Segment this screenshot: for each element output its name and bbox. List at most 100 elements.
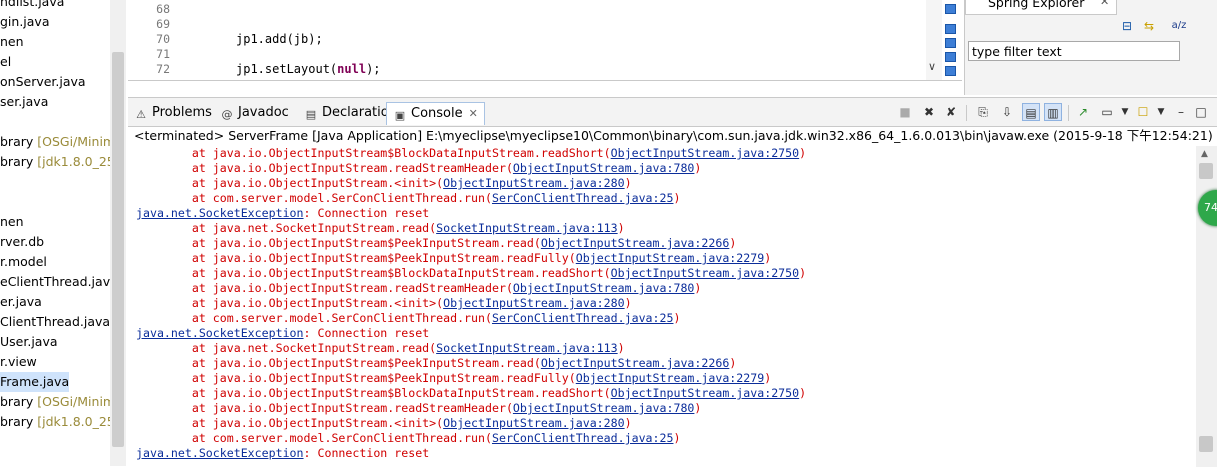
stack-frame-text: )	[799, 146, 807, 160]
tab-problems[interactable]: ⚠ Problems	[134, 102, 212, 124]
source-link[interactable]: SerConClientThread.java:25	[492, 191, 673, 205]
source-link[interactable]: ObjectInputStream.java:2750	[611, 146, 799, 160]
sort-icon[interactable]: a/z	[1171, 18, 1187, 34]
overview-ruler-mark[interactable]	[945, 24, 956, 34]
package-tree-item[interactable]: ClientThread.java	[0, 312, 110, 332]
stack-frame-text: at com.server.model.SerConClientThread.r…	[136, 191, 492, 205]
close-icon[interactable]: ✕	[469, 107, 478, 120]
source-link[interactable]: ObjectInputStream.java:2279	[576, 251, 764, 265]
source-link[interactable]: ObjectInputStream.java:2266	[541, 236, 729, 250]
tab-console[interactable]: ▣ Console ✕	[386, 102, 485, 125]
package-tree-item[interactable]: ndlist.java	[0, 0, 64, 12]
source-link[interactable]: SerConClientThread.java:25	[492, 431, 673, 445]
exception-link[interactable]: java.net.SocketException	[136, 206, 304, 220]
package-tree-item[interactable]: r.view	[0, 352, 37, 372]
package-tree-item[interactable]: nen	[0, 212, 24, 232]
source-link[interactable]: ObjectInputStream.java:2750	[611, 386, 799, 400]
code-text: jp1.setLayout(	[236, 62, 338, 76]
source-link[interactable]: ObjectInputStream.java:2266	[541, 356, 729, 370]
console-output[interactable]: at java.io.ObjectInputStream$BlockDataIn…	[128, 146, 1196, 467]
package-tree-item[interactable]: el	[0, 52, 11, 72]
chevron-down-icon[interactable]: ▼	[1152, 103, 1170, 121]
overview-ruler-mark[interactable]	[945, 4, 956, 14]
source-link[interactable]: SocketInputStream.java:113	[436, 221, 617, 235]
line-number: 69	[156, 17, 170, 31]
package-tree-item[interactable]: Frame.java	[0, 372, 70, 392]
package-tree-item[interactable]: ser.java	[0, 92, 48, 112]
package-tree-item-label: el	[0, 54, 12, 69]
console-scroll-thumb-bottom[interactable]	[1199, 436, 1213, 452]
source-link[interactable]: SocketInputStream.java:113	[436, 341, 617, 355]
spring-explorer-tab[interactable]: Spring Explorer ✕	[965, 0, 1117, 15]
chevron-down-icon[interactable]: ∨	[928, 60, 936, 73]
clear-console-icon[interactable]: ⎘	[974, 103, 992, 121]
source-link[interactable]: ObjectInputStream.java:2750	[611, 266, 799, 280]
package-tree-item[interactable]: er.java	[0, 292, 42, 312]
overview-ruler-mark[interactable]	[945, 66, 956, 76]
package-tree-item[interactable]: brary [OSGi/Minim	[0, 132, 115, 152]
package-tree-item[interactable]: r.model	[0, 252, 47, 272]
source-link[interactable]: ObjectInputStream.java:780	[513, 161, 694, 175]
stack-frame-text: at java.io.ObjectInputStream$BlockDataIn…	[136, 386, 611, 400]
code-line[interactable]: jp1.add(jb);	[236, 32, 323, 46]
package-tree-item[interactable]: brary [OSGi/Minim	[0, 392, 115, 412]
package-tree-item-label: rver.db	[0, 234, 45, 249]
console-scroll-thumb[interactable]	[1199, 163, 1213, 179]
link-with-editor-icon[interactable]: ⇆	[1141, 18, 1157, 34]
package-tree-item[interactable]: User.java	[0, 332, 58, 352]
source-link[interactable]: ObjectInputStream.java:780	[513, 281, 694, 295]
overview-ruler-mark[interactable]	[945, 38, 956, 48]
code-editor[interactable]: 68 69 70 jp1.add(jb); 71 72 jp1.setLayout(null…	[128, 0, 962, 81]
show-on-stdout-icon[interactable]: ▤	[1022, 103, 1040, 121]
stack-frame-text: )	[729, 356, 737, 370]
package-tree-item[interactable]: eClientThread.java	[0, 272, 118, 292]
package-tree-item[interactable]: rver.db	[0, 232, 44, 252]
package-explorer-scroll-thumb[interactable]	[112, 52, 124, 447]
show-on-stderr-icon[interactable]: ▥	[1044, 103, 1062, 121]
source-link[interactable]: ObjectInputStream.java:280	[443, 296, 624, 310]
package-tree-item-label: brary	[0, 394, 38, 409]
filter-input[interactable]: type filter text	[968, 41, 1180, 61]
source-link[interactable]: ObjectInputStream.java:780	[513, 401, 694, 415]
tab-declaration[interactable]: ▤ Declaration	[304, 102, 397, 124]
terminate-icon[interactable]: ■	[896, 103, 914, 121]
source-link[interactable]: ObjectInputStream.java:280	[443, 416, 624, 430]
overview-ruler-mark[interactable]	[945, 52, 956, 62]
source-link[interactable]: ObjectInputStream.java:2279	[576, 371, 764, 385]
package-tree-item[interactable]: nen	[0, 32, 24, 52]
chevron-up-icon[interactable]: ▲	[1201, 149, 1208, 159]
remove-all-terminated-icon[interactable]: ✘	[942, 103, 960, 121]
package-tree-item-label: Frame.java	[0, 374, 70, 389]
maximize-icon[interactable]: □	[1192, 103, 1210, 121]
stack-trace-line: at java.io.ObjectInputStream$BlockDataIn…	[136, 386, 806, 401]
exception-message: : Connection reset	[303, 326, 430, 340]
chevron-down-icon[interactable]: ▼	[1116, 103, 1134, 121]
display-console-icon[interactable]: ▭	[1098, 103, 1116, 121]
pin-console-icon[interactable]: ↗	[1074, 103, 1092, 121]
exception-link[interactable]: java.net.SocketException	[136, 326, 304, 340]
keyword: null	[337, 62, 367, 76]
console-panel: ⚠ Problems @ Javadoc ▤ Declaration ▣ Console ✕ ■…	[128, 97, 1217, 467]
exception-link[interactable]: java.net.SocketException	[136, 446, 304, 460]
exception-line: java.net.SocketException: Connection res…	[136, 326, 429, 341]
stack-trace-line: at java.io.ObjectInputStream$BlockDataIn…	[136, 266, 806, 281]
open-console-icon[interactable]: ☐	[1134, 103, 1152, 121]
remove-launch-icon[interactable]: ✖	[920, 103, 938, 121]
minimize-icon[interactable]: –	[1172, 103, 1190, 121]
package-tree-item[interactable]: brary [jdk1.8.0_25]	[0, 412, 120, 432]
stack-frame-text: at java.net.SocketInputStream.read(	[136, 341, 437, 355]
package-tree-item[interactable]: brary [jdk1.8.0_25]	[0, 152, 120, 172]
collapse-all-icon[interactable]: ⊟	[1119, 18, 1135, 34]
exception-message: : Connection reset	[303, 206, 430, 220]
package-tree-item[interactable]: onServer.java	[0, 72, 86, 92]
source-link[interactable]: ObjectInputStream.java:280	[443, 176, 624, 190]
package-tree-item[interactable]: gin.java	[0, 12, 50, 32]
source-link[interactable]: SerConClientThread.java:25	[492, 311, 673, 325]
stack-trace-line: at java.io.ObjectInputStream.readStreamH…	[136, 401, 702, 416]
tab-javadoc[interactable]: @ Javadoc	[220, 102, 289, 124]
code-line[interactable]: jp1.setLayout(null);	[236, 62, 381, 76]
tab-label: Javadoc	[238, 105, 289, 120]
stack-trace-line: at java.io.ObjectInputStream$PeekInputSt…	[136, 251, 771, 266]
close-icon[interactable]: ✕	[1100, 0, 1109, 8]
scroll-lock-icon[interactable]: ⇩	[998, 103, 1016, 121]
